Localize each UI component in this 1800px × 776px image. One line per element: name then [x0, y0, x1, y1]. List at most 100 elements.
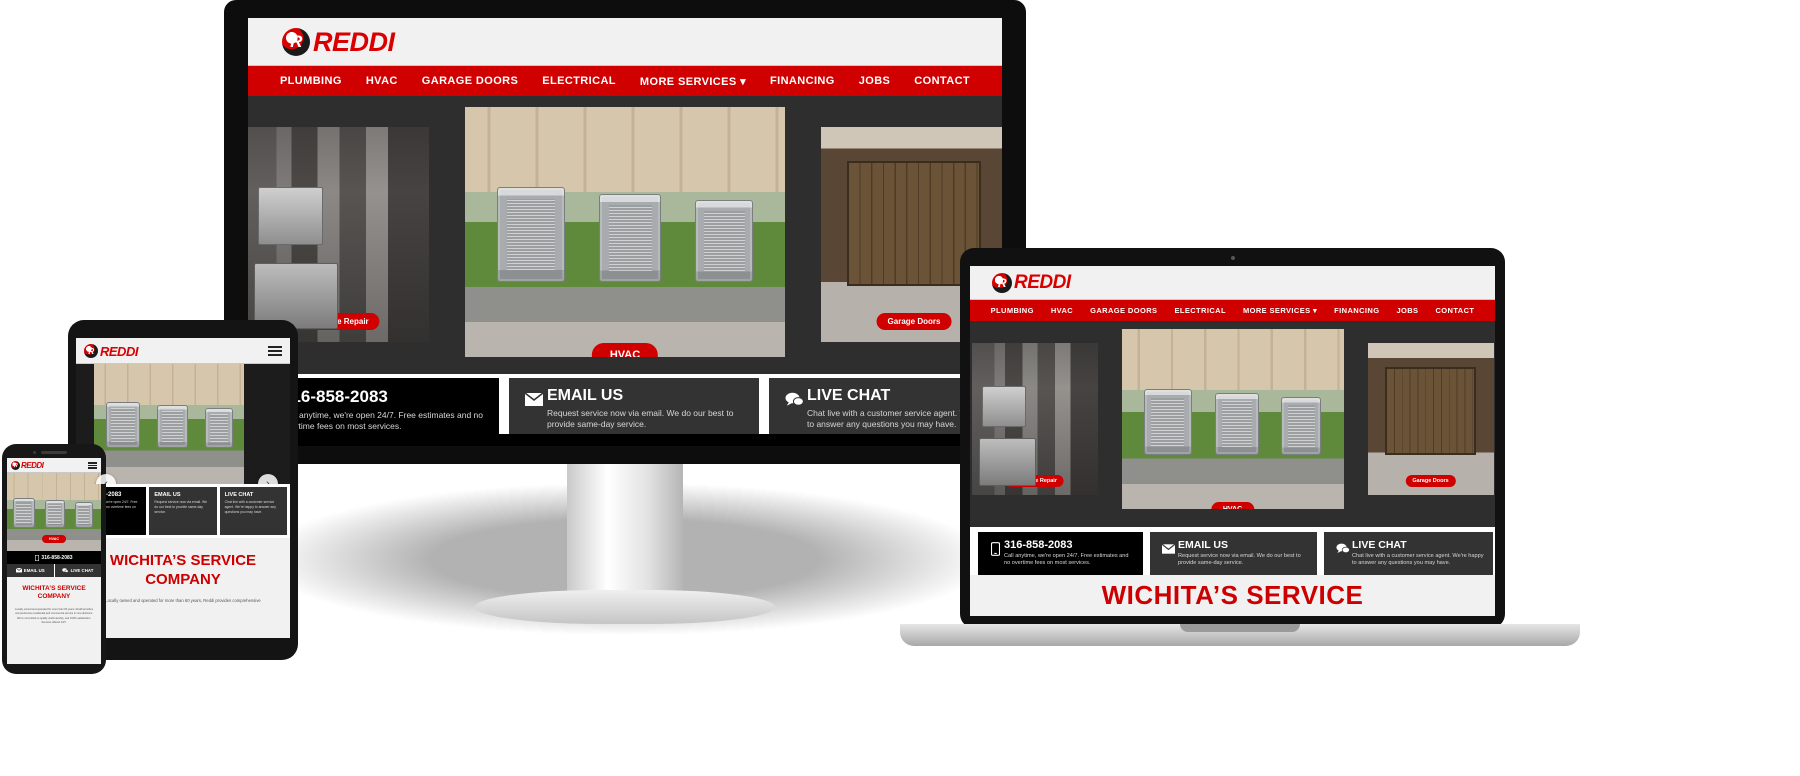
contact-card-live-chat[interactable]: LIVE CHAT Chat live with a customer serv… — [1324, 531, 1493, 575]
nav-item-hvac[interactable]: HVAC — [1051, 306, 1073, 315]
hero-tile-hvac[interactable] — [94, 364, 244, 484]
contact-card-email-title: EMAIL US — [1178, 538, 1228, 551]
hamburger-menu-icon[interactable] — [88, 462, 97, 470]
contact-card-phone[interactable]: 316-858-2083 Call anytime, we're open 24… — [978, 531, 1143, 575]
hvac-unit-3 — [1281, 397, 1322, 455]
contact-card-email[interactable]: EMAIL US — [7, 564, 54, 577]
tablet-hero-carousel: ‹ › — [76, 364, 290, 484]
envelope-icon — [1159, 539, 1178, 559]
contact-card-live-chat[interactable]: LIVE CHAT Chat live with a customer serv… — [219, 487, 287, 535]
chat-bubbles-icon — [62, 568, 69, 573]
contact-card-email-text: Request service now via email. We do our… — [154, 500, 208, 515]
nav-item-more-services[interactable]: MORE SERVICES ▾ — [640, 75, 746, 88]
tablet-body-copy: Locally owned and operated for more than… — [105, 597, 261, 603]
hero-badge-garage-doors[interactable]: Garage Doors — [1405, 475, 1456, 487]
nav-item-financing[interactable]: FINANCING — [1334, 306, 1379, 315]
logo-text: REDDI — [100, 343, 138, 359]
contact-card-live-chat[interactable]: LIVE CHAT — [54, 564, 101, 577]
contact-card-email[interactable]: EMAIL US Request service now via email. … — [509, 377, 759, 434]
hvac-unit-1 — [497, 187, 565, 282]
contact-card-phone-title: 316-858-2083 — [282, 386, 388, 406]
hero-tile-appliance-repair[interactable]: Appliance Repair — [971, 343, 1098, 495]
tablet-logo-bar: REDDI — [76, 338, 290, 364]
nav-item-electrical[interactable]: ELECTRICAL — [1174, 306, 1226, 315]
desktop-page-below-fold — [248, 433, 1002, 446]
reddi-r-logo-icon — [992, 273, 1012, 293]
contact-card-live-chat-title: LIVE CHAT — [70, 568, 94, 573]
monitor-stand-base — [475, 590, 775, 624]
envelope-icon — [15, 568, 22, 573]
phone-phone-bar[interactable]: 316-858-2083 — [7, 551, 101, 564]
phone-headline-band: WICHITA’S SERVICE COMPANY Locally owned … — [7, 577, 101, 664]
contact-card-email[interactable]: EMAIL US Request service now via email. … — [1150, 531, 1317, 575]
contact-card-live-chat-text: Chat live with a customer service agent.… — [224, 500, 276, 515]
hvac-unit-3 — [695, 200, 754, 282]
nav-item-contact[interactable]: CONTACT — [914, 75, 970, 87]
hero-badge-appliance-repair[interactable]: Appliance Repair — [292, 313, 380, 330]
desktop-logo-bar: REDDI — [248, 18, 1002, 66]
house-backdrop — [7, 473, 101, 500]
carousel-next-button[interactable]: › — [258, 474, 278, 484]
hero-badge-hvac[interactable]: HVAC — [42, 535, 66, 543]
nav-item-garage-doors[interactable]: GARAGE DOORS — [422, 75, 518, 87]
nav-item-plumbing[interactable]: PLUMBING — [280, 75, 342, 87]
page-headline: WICHITA’S SERVICE — [1101, 579, 1364, 610]
phone-screen: REDDI HVAC — [7, 458, 101, 664]
laptop-logo-bar: REDDI — [970, 266, 1495, 300]
page-headline-line2: COMPANY — [37, 593, 71, 601]
laptop-headline-band: WICHITA’S SERVICE — [970, 574, 1495, 616]
contact-card-email-title: EMAIL US — [547, 386, 624, 404]
hvac-unit-2 — [1214, 393, 1259, 455]
contact-card-phone-text: Call anytime, we're open 24/7. Free esti… — [282, 409, 484, 431]
house-backdrop — [1121, 329, 1344, 391]
laptop-camera-icon — [1230, 256, 1235, 260]
tablet-contact-cards: 316-858-2083 Call anytime, we're open 24… — [76, 484, 290, 538]
laptop-site: REDDI PLUMBING HVAC GARAGE DOORS ELECTRI… — [970, 266, 1495, 616]
phone-hero-tile-hvac[interactable]: HVAC — [7, 473, 101, 551]
contact-card-email-title: EMAIL US — [23, 568, 45, 573]
nav-item-plumbing[interactable]: PLUMBING — [991, 306, 1034, 315]
contact-card-live-chat-text: Chat live with a customer service agent.… — [1352, 552, 1484, 567]
laptop-hero-carousel: Appliance Repair HVAC Garage Doors — [970, 321, 1495, 527]
nav-item-more-services[interactable]: MORE SERVICES ▾ — [1243, 306, 1317, 315]
hero-tile-hvac[interactable]: HVAC — [465, 107, 785, 357]
laptop-site-logo[interactable]: REDDI — [992, 272, 1071, 294]
site-logo[interactable]: REDDI — [282, 27, 395, 58]
laptop-screen: REDDI PLUMBING HVAC GARAGE DOORS ELECTRI… — [970, 266, 1495, 616]
hvac-unit-2 — [44, 499, 65, 528]
nav-item-contact[interactable]: CONTACT — [1435, 306, 1474, 315]
house-backdrop — [465, 107, 785, 192]
hero-tile-appliance-repair[interactable]: Appliance Repair — [248, 127, 429, 342]
desktop-navbar: PLUMBING HVAC GARAGE DOORS ELECTRICAL MO… — [248, 66, 1002, 96]
hvac-unit-2 — [157, 405, 188, 448]
page-headline-line1: WICHITA’S SERVICE — [109, 552, 257, 569]
reddi-r-logo-icon — [11, 461, 20, 470]
hero-badge-hvac[interactable]: HVAC — [1210, 502, 1255, 509]
nav-item-jobs[interactable]: JOBS — [859, 75, 891, 87]
hamburger-menu-icon[interactable] — [268, 345, 282, 357]
hero-badge-appliance-repair[interactable]: Appliance Repair — [1005, 475, 1064, 487]
contact-card-email[interactable]: EMAIL US Request service now via email. … — [149, 487, 217, 535]
hero-badge-hvac[interactable]: HVAC — [591, 343, 659, 357]
reddi-r-logo-icon — [282, 28, 310, 56]
contact-card-email-title: EMAIL US — [154, 492, 181, 498]
desktop-screen: REDDI PLUMBING HVAC GARAGE DOORS ELECTRI… — [248, 18, 1002, 446]
logo-text: REDDI — [21, 461, 44, 470]
laptop-lid: REDDI PLUMBING HVAC GARAGE DOORS ELECTRI… — [960, 248, 1505, 628]
phone-site-logo[interactable]: REDDI — [11, 461, 44, 470]
envelope-icon — [521, 387, 547, 413]
nav-item-electrical[interactable]: ELECTRICAL — [542, 75, 616, 87]
hero-tile-hvac[interactable]: HVAC — [1121, 329, 1344, 509]
phone-body-copy: Locally owned and operated for more than… — [14, 607, 93, 625]
nav-item-hvac[interactable]: HVAC — [366, 75, 398, 87]
hvac-unit-2 — [599, 194, 662, 282]
hero-tile-garage-doors[interactable]: Garage Doors — [1367, 343, 1494, 495]
laptop-device: REDDI PLUMBING HVAC GARAGE DOORS ELECTRI… — [900, 248, 1580, 648]
reddi-r-logo-icon — [84, 344, 98, 358]
tablet-site-logo[interactable]: REDDI — [84, 344, 138, 359]
nav-item-jobs[interactable]: JOBS — [1396, 306, 1418, 315]
nav-item-garage-doors[interactable]: GARAGE DOORS — [1090, 306, 1157, 315]
nav-item-financing[interactable]: FINANCING — [770, 75, 835, 87]
contact-card-phone-text: Call anytime, we're open 24/7. Free esti… — [1004, 552, 1129, 567]
phone-speaker-icon — [33, 451, 67, 454]
